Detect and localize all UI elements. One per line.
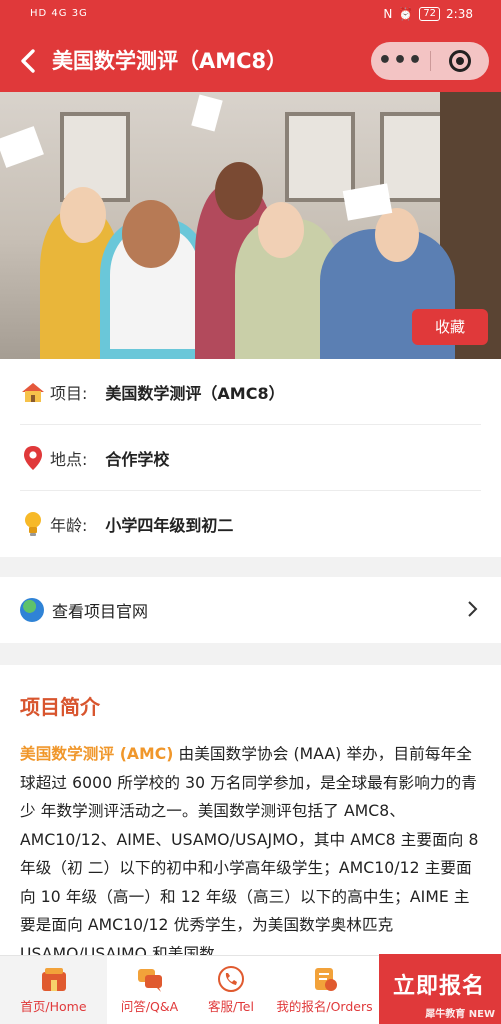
- status-bar: HD 4G 3G N ⏰ 72 2:38: [0, 0, 501, 30]
- phone-icon: [218, 966, 244, 992]
- house-icon: [20, 379, 46, 405]
- lightbulb-icon: [20, 511, 46, 537]
- alarm-icon: ⏰: [398, 7, 414, 21]
- tab-orders[interactable]: 我的报名/Orders: [270, 956, 379, 1024]
- official-website-link[interactable]: 查看项目官网: [0, 577, 501, 643]
- chat-bubbles-icon: [137, 966, 163, 992]
- tab-home-label: 首页/Home: [20, 999, 87, 1014]
- tab-qa-label: 问答/Q&A: [120, 999, 179, 1014]
- project-row: 项目: 美国数学测评（AMC8）: [20, 359, 481, 425]
- signup-label: 立即报名: [393, 974, 486, 999]
- clock: 2:38: [446, 7, 473, 21]
- tab-qa[interactable]: 问答/Q&A: [107, 956, 192, 1024]
- intro-highlight: 美国数学测评 (AMC): [20, 745, 174, 763]
- order-list-icon: [312, 966, 338, 992]
- location-value: 合作学校: [105, 449, 170, 469]
- globe-icon: [20, 598, 44, 622]
- location-row: 地点: 合作学校: [20, 425, 481, 491]
- back-arrow-icon[interactable]: [16, 46, 42, 76]
- signal-indicators: HD 4G 3G: [30, 8, 88, 19]
- intro-text: 美国数学测评 (AMC) 由美国数学协会 (MAA) 举办，目前每年全球超过 6…: [20, 740, 481, 955]
- home-icon: [41, 966, 67, 992]
- signup-now-button[interactable]: 立即报名 犀牛教育 NEW: [379, 954, 501, 1024]
- project-value: 美国数学测评（AMC8）: [105, 383, 285, 403]
- age-value: 小学四年级到初二: [105, 516, 234, 535]
- age-label: 年龄:: [50, 516, 88, 535]
- battery-icon: 72: [419, 7, 441, 21]
- close-miniprogram-button[interactable]: [431, 50, 489, 72]
- app-header: 美国数学测评（AMC8） •••: [0, 30, 501, 92]
- project-label: 项目:: [50, 383, 88, 403]
- project-intro: 项目简介 美国数学测评 (AMC) 由美国数学协会 (MAA) 举办，目前每年全…: [0, 665, 501, 955]
- chevron-right-icon: [468, 601, 478, 617]
- intro-body: 由美国数学协会 (MAA) 举办，目前每年全球超过 6000 所学校的 30 万…: [20, 745, 479, 955]
- tab-service-label: 客服/Tel: [208, 999, 254, 1014]
- official-website-label: 查看项目官网: [52, 602, 149, 621]
- location-pin-icon: [20, 445, 46, 471]
- tab-service[interactable]: 客服/Tel: [192, 956, 270, 1024]
- info-card: 项目: 美国数学测评（AMC8） 地点: 合作学校 年龄: 小学四年级到初二: [0, 359, 501, 557]
- target-icon: [449, 50, 471, 72]
- miniprogram-capsule: •••: [371, 42, 489, 80]
- tab-orders-label: 我的报名/Orders: [276, 999, 373, 1014]
- nfc-icon: N: [383, 7, 393, 21]
- favorite-button[interactable]: 收藏: [412, 309, 488, 345]
- more-menu-button[interactable]: •••: [371, 42, 430, 80]
- page-title: 美国数学测评（AMC8）: [52, 49, 288, 73]
- intro-heading: 项目简介: [20, 695, 100, 719]
- age-row: 年龄: 小学四年级到初二: [20, 491, 481, 557]
- watermark-logo: 犀牛教育 NEW: [425, 1009, 495, 1020]
- tab-home[interactable]: 首页/Home: [0, 956, 107, 1024]
- location-label: 地点:: [50, 449, 88, 469]
